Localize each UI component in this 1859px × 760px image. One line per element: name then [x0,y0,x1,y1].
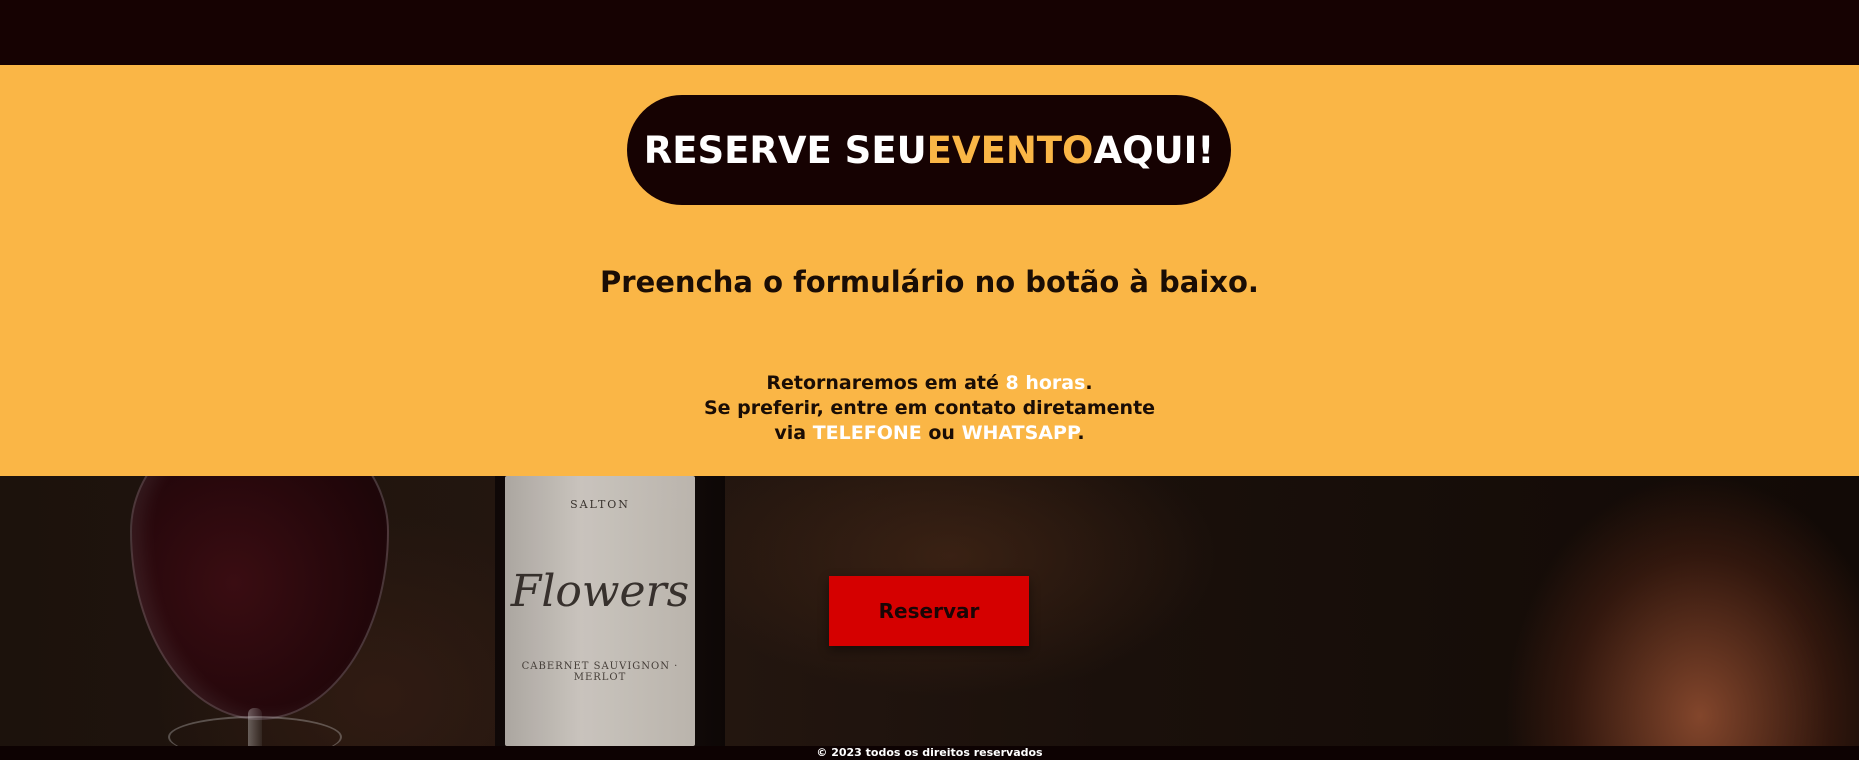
return-time-line: Retornaremos em até 8 horas. [0,371,1859,396]
bottle-label-brand: Flowers [510,566,690,617]
reserve-button[interactable]: Reservar [829,576,1029,646]
via-text: via [774,422,813,444]
return-time-period: . [1085,372,1093,394]
return-time-highlight: 8 horas [1005,372,1086,394]
title-part1: RESERVE SEU [643,128,927,172]
title-accent: EVENTO [926,128,1094,172]
wine-bottle-label: SALTON Flowers CABERNET SAUVIGNON · MERL… [505,476,695,746]
contact-channels-line: via TELEFONE ou WHATSAPP. [0,421,1859,446]
return-time-text: Retornaremos em até [766,372,1006,394]
wine-glass-image [130,476,389,720]
contact-directly-line: Se preferir, entre em contato diretament… [703,397,1156,419]
form-instruction: Preencha o formulário no botão à baixo. [600,265,1259,299]
whatsapp-highlight: WHATSAPP [961,422,1078,444]
page: RESERVE SEU EVENTO AQUI! Preencha o form… [0,0,1859,760]
page-title: RESERVE SEU EVENTO AQUI! [627,95,1231,205]
channels-period: . [1077,422,1085,444]
footer-copyright: © 2023 todos os direitos reservados [0,746,1859,760]
reservation-banner: RESERVE SEU EVENTO AQUI! Preencha o form… [0,65,1859,476]
or-text: ou [921,422,962,444]
bottle-label-description: CABERNET SAUVIGNON · MERLOT [521,661,679,683]
contact-info: Retornaremos em até 8 horas. Se preferir… [0,371,1859,446]
top-bar [0,0,1859,65]
bottle-label-small-text: SALTON [570,498,630,511]
wine-background-photo: SALTON Flowers CABERNET SAUVIGNON · MERL… [0,476,1859,746]
title-part2: AQUI! [1093,128,1215,172]
phone-highlight: TELEFONE [812,422,922,444]
wine-glass-base [168,716,342,746]
